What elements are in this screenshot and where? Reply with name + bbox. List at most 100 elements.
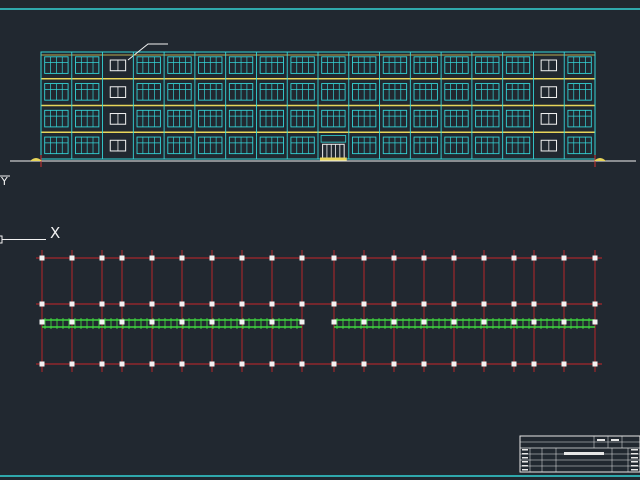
ucs-x-icon: X <box>0 224 60 244</box>
column <box>299 255 305 261</box>
column <box>592 361 598 367</box>
column <box>239 319 245 325</box>
title-block-glyph <box>522 449 528 451</box>
column <box>269 361 275 367</box>
column <box>39 255 45 261</box>
column <box>331 301 337 307</box>
ucs-y-label: Y <box>0 175 8 188</box>
column <box>592 255 598 261</box>
title-block-glyph <box>564 452 604 455</box>
column <box>69 319 75 325</box>
column <box>99 361 105 367</box>
entrance-step <box>320 157 347 161</box>
title-block-glyph <box>631 449 638 451</box>
column <box>531 301 537 307</box>
column <box>331 319 337 325</box>
column <box>239 255 245 261</box>
column <box>561 255 567 261</box>
ucs-y-icon: Y <box>0 175 10 188</box>
column <box>421 319 427 325</box>
column <box>69 361 75 367</box>
column <box>39 361 45 367</box>
title-block-glyph <box>631 469 638 471</box>
column <box>119 255 125 261</box>
column <box>511 301 517 307</box>
column <box>481 361 487 367</box>
column <box>451 301 457 307</box>
column <box>331 255 337 261</box>
column <box>592 319 598 325</box>
grade-mark-left <box>30 158 42 161</box>
column <box>209 319 215 325</box>
title-block-glyph <box>631 453 638 455</box>
column <box>421 255 427 261</box>
column <box>481 255 487 261</box>
column <box>331 361 337 367</box>
column <box>391 361 397 367</box>
entrance-door <box>322 143 345 160</box>
grade-mark-right <box>594 158 606 161</box>
column <box>299 361 305 367</box>
title-block-glyph <box>597 439 605 441</box>
column <box>391 301 397 307</box>
column <box>239 301 245 307</box>
title-block-glyph <box>522 461 528 463</box>
column <box>511 361 517 367</box>
building-elevation[interactable] <box>40 43 596 161</box>
column <box>481 301 487 307</box>
column <box>451 255 457 261</box>
column <box>481 319 487 325</box>
column <box>149 255 155 261</box>
column <box>511 255 517 261</box>
column <box>391 255 397 261</box>
title-block-glyph <box>522 469 528 471</box>
column <box>119 301 125 307</box>
column <box>299 301 305 307</box>
column <box>421 301 427 307</box>
column <box>209 301 215 307</box>
title-block-glyph <box>631 461 638 463</box>
column <box>269 255 275 261</box>
column <box>269 301 275 307</box>
column <box>511 319 517 325</box>
column <box>531 255 537 261</box>
column <box>451 361 457 367</box>
column <box>149 319 155 325</box>
column <box>561 301 567 307</box>
column <box>179 255 185 261</box>
column <box>361 361 367 367</box>
column <box>119 361 125 367</box>
column <box>531 361 537 367</box>
column <box>561 361 567 367</box>
title-block-glyph <box>522 457 528 459</box>
column <box>149 361 155 367</box>
title-block-glyph <box>522 465 528 467</box>
column <box>209 255 215 261</box>
cad-drawing-canvas[interactable]: Y X <box>0 0 640 480</box>
column <box>179 319 185 325</box>
title-block-glyph <box>631 457 638 459</box>
column <box>209 361 215 367</box>
column <box>361 301 367 307</box>
column <box>149 301 155 307</box>
column <box>361 255 367 261</box>
column <box>39 301 45 307</box>
title-block-glyph <box>611 439 619 441</box>
title-block-glyph <box>522 453 528 455</box>
column <box>421 361 427 367</box>
column <box>179 301 185 307</box>
title-block-glyph <box>631 465 638 467</box>
transom-window <box>320 135 347 143</box>
title-block[interactable] <box>519 435 640 473</box>
column <box>99 319 105 325</box>
floor-plan[interactable] <box>36 250 602 372</box>
column <box>299 319 305 325</box>
column <box>239 361 245 367</box>
column <box>69 255 75 261</box>
column <box>99 255 105 261</box>
column <box>361 319 367 325</box>
column <box>99 301 105 307</box>
ucs-x-label: X <box>50 224 60 242</box>
column <box>451 319 457 325</box>
column <box>39 319 45 325</box>
